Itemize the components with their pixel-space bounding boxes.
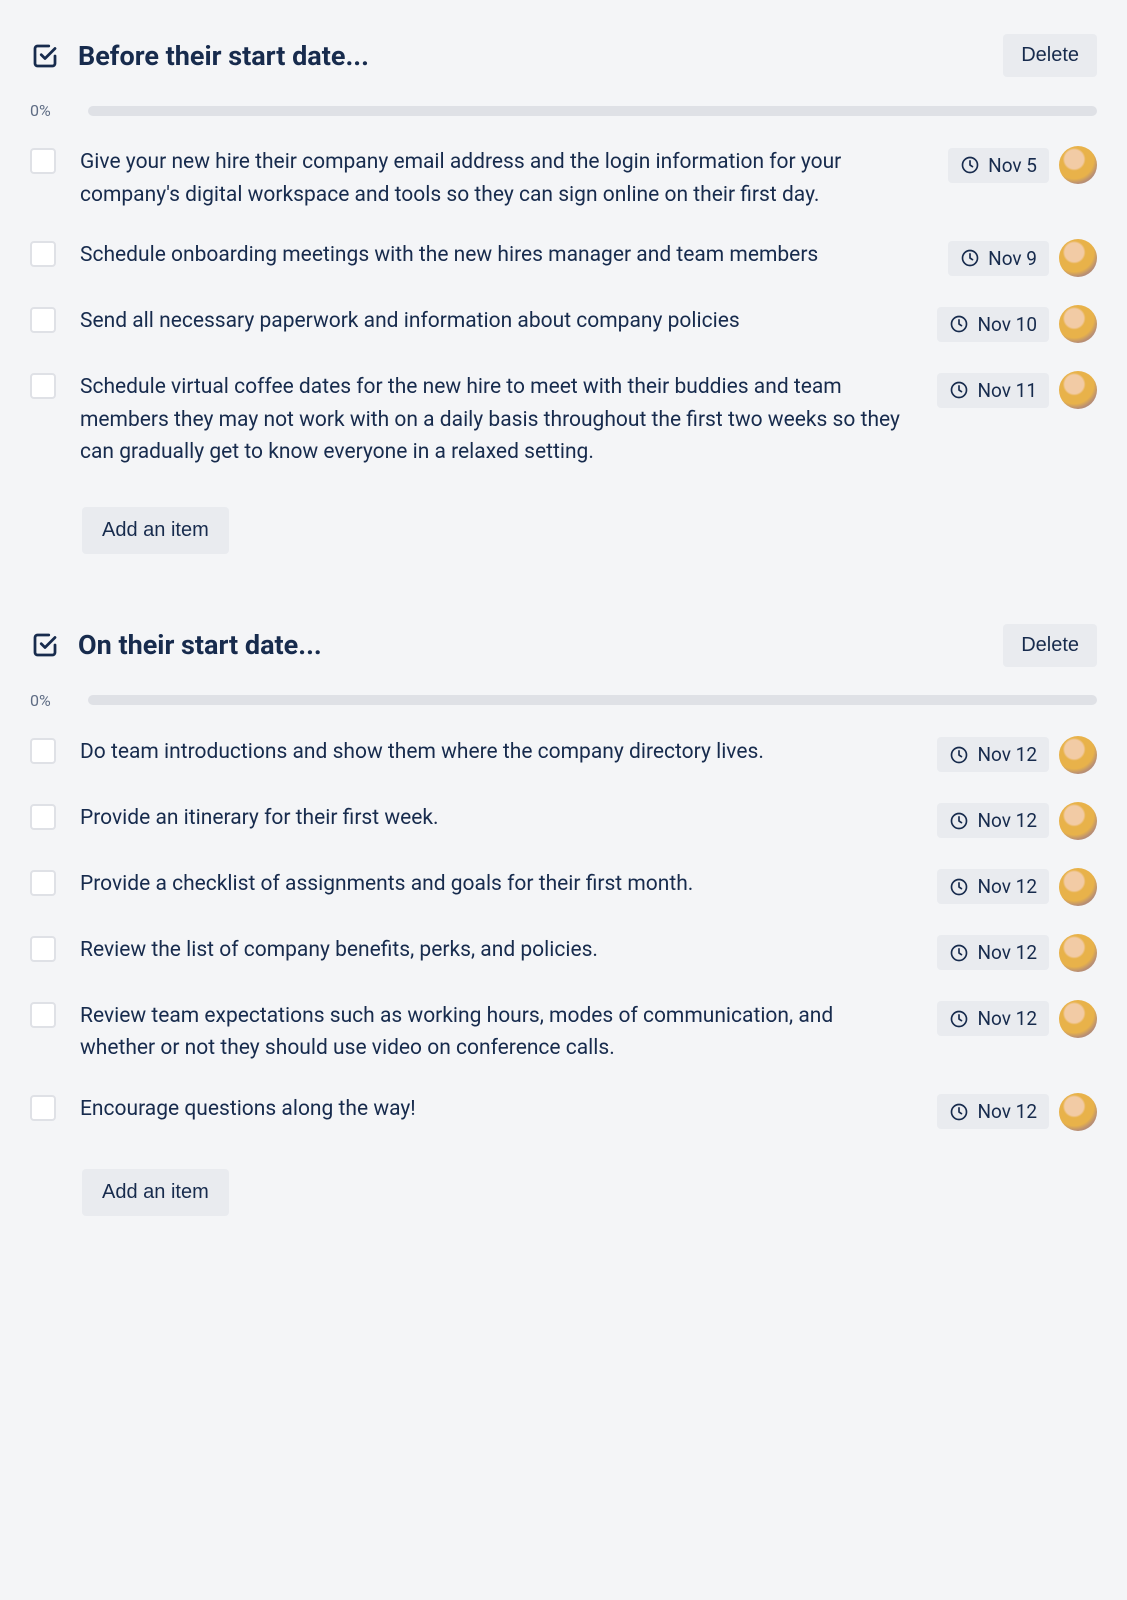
checklist-section: Before their start date... Delete 0% Give y… [30,34,1097,554]
clock-icon [949,314,969,334]
delete-button[interactable]: Delete [1003,624,1097,667]
checkbox[interactable] [30,1002,56,1028]
assignee-avatar[interactable] [1059,1000,1097,1038]
assignee-avatar[interactable] [1059,736,1097,774]
item-meta: Nov 11 [937,371,1097,409]
assignee-avatar[interactable] [1059,868,1097,906]
checkbox[interactable] [30,870,56,896]
due-date-label: Nov 12 [977,941,1037,964]
assignee-avatar[interactable] [1059,802,1097,840]
item-meta: Nov 12 [937,1093,1097,1131]
clock-icon [949,1009,969,1029]
due-date-label: Nov 12 [977,1100,1037,1123]
clock-icon [949,380,969,400]
item-text[interactable]: Review the list of company benefits, per… [80,934,913,967]
clock-icon [949,811,969,831]
due-date-label: Nov 9 [988,247,1037,270]
due-date-label: Nov 12 [977,743,1037,766]
due-date-chip[interactable]: Nov 12 [937,803,1049,838]
item-meta: Nov 12 [937,1000,1097,1038]
assignee-avatar[interactable] [1059,371,1097,409]
checklist-item: Schedule onboarding meetings with the ne… [30,239,1097,277]
due-date-chip[interactable]: Nov 11 [937,373,1049,408]
checklist-item: Provide an itinerary for their first wee… [30,802,1097,840]
item-meta: Nov 9 [948,239,1097,277]
due-date-label: Nov 12 [977,1007,1037,1030]
clock-icon [949,745,969,765]
item-meta: Nov 5 [948,146,1097,184]
assignee-avatar[interactable] [1059,305,1097,343]
due-date-chip[interactable]: Nov 12 [937,935,1049,970]
section-title: On their start date... [78,629,985,661]
checklist-icon [30,41,60,71]
item-text[interactable]: Provide an itinerary for their first wee… [80,802,913,835]
due-date-label: Nov 12 [977,809,1037,832]
checkbox[interactable] [30,241,56,267]
clock-icon [960,155,980,175]
due-date-label: Nov 10 [977,313,1037,336]
checklist-item: Do team introductions and show them wher… [30,736,1097,774]
progress-row: 0% [30,691,1097,710]
checklist-item: Encourage questions along the way! Nov 1… [30,1093,1097,1131]
checklist-item: Send all necessary paperwork and informa… [30,305,1097,343]
item-meta: Nov 12 [937,802,1097,840]
checklist-icon [30,630,60,660]
checkbox[interactable] [30,804,56,830]
checkbox[interactable] [30,1095,56,1121]
due-date-chip[interactable]: Nov 12 [937,737,1049,772]
checklist-section: On their start date... Delete 0% Do team in… [30,624,1097,1216]
checkbox[interactable] [30,148,56,174]
section-header: Before their start date... Delete [30,34,1097,77]
clock-icon [949,943,969,963]
progress-percent: 0% [30,101,68,120]
checkbox[interactable] [30,936,56,962]
checkbox[interactable] [30,738,56,764]
item-text[interactable]: Schedule onboarding meetings with the ne… [80,239,924,272]
due-date-chip[interactable]: Nov 12 [937,1001,1049,1036]
item-meta: Nov 12 [937,934,1097,972]
checkbox[interactable] [30,373,56,399]
delete-button[interactable]: Delete [1003,34,1097,77]
due-date-chip[interactable]: Nov 9 [948,241,1049,276]
due-date-label: Nov 11 [977,379,1037,402]
due-date-label: Nov 12 [977,875,1037,898]
checklist-item: Provide a checklist of assignments and g… [30,868,1097,906]
progress-bar [88,106,1097,116]
clock-icon [949,1102,969,1122]
due-date-chip[interactable]: Nov 5 [948,148,1049,183]
checklist-item: Review team expectations such as working… [30,1000,1097,1065]
due-date-chip[interactable]: Nov 12 [937,1094,1049,1129]
section-title: Before their start date... [78,40,985,72]
progress-percent: 0% [30,691,68,710]
checklist-item: Give your new hire their company email a… [30,146,1097,211]
clock-icon [949,877,969,897]
item-text[interactable]: Send all necessary paperwork and informa… [80,305,913,338]
progress-row: 0% [30,101,1097,120]
item-meta: Nov 12 [937,868,1097,906]
add-item-button[interactable]: Add an item [82,507,229,554]
checklist-item: Review the list of company benefits, per… [30,934,1097,972]
clock-icon [960,248,980,268]
section-header: On their start date... Delete [30,624,1097,667]
item-text[interactable]: Provide a checklist of assignments and g… [80,868,913,901]
item-meta: Nov 10 [937,305,1097,343]
item-text[interactable]: Give your new hire their company email a… [80,146,924,211]
assignee-avatar[interactable] [1059,146,1097,184]
item-text[interactable]: Review team expectations such as working… [80,1000,913,1065]
assignee-avatar[interactable] [1059,1093,1097,1131]
assignee-avatar[interactable] [1059,239,1097,277]
due-date-chip[interactable]: Nov 12 [937,869,1049,904]
assignee-avatar[interactable] [1059,934,1097,972]
item-text[interactable]: Encourage questions along the way! [80,1093,913,1126]
due-date-chip[interactable]: Nov 10 [937,307,1049,342]
item-text[interactable]: Do team introductions and show them wher… [80,736,913,769]
add-item-button[interactable]: Add an item [82,1169,229,1216]
item-meta: Nov 12 [937,736,1097,774]
checkbox[interactable] [30,307,56,333]
due-date-label: Nov 5 [988,154,1037,177]
checklist-item: Schedule virtual coffee dates for the ne… [30,371,1097,469]
item-text[interactable]: Schedule virtual coffee dates for the ne… [80,371,913,469]
progress-bar [88,695,1097,705]
